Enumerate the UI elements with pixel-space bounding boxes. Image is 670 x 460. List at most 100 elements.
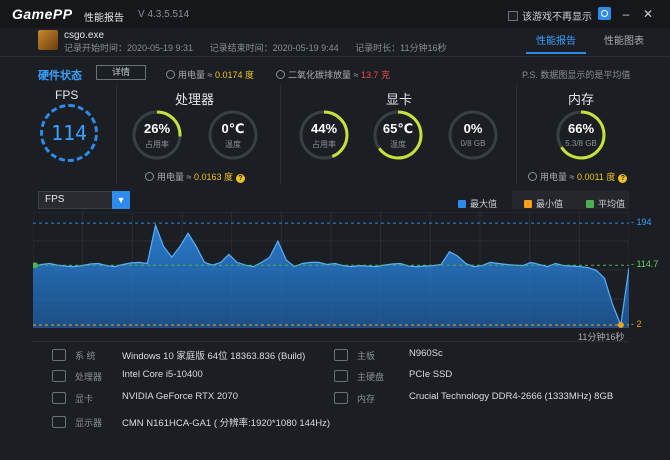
cpu-usage-value: 26% <box>143 121 171 136</box>
cpu-temp-value: 0℃ <box>221 121 245 136</box>
divider <box>516 84 517 184</box>
gpu-icon <box>52 392 66 404</box>
record-duration: 记录时长：11分钟16秒 <box>355 43 447 53</box>
min-value-label: - 2 <box>631 318 642 329</box>
legend-avg: 平均值 <box>586 197 625 210</box>
info-key: 处理器 <box>75 372 103 382</box>
info-value: Intel Core i5-10400 <box>122 369 203 380</box>
info-key: 主硬盘 <box>357 372 385 382</box>
info-key: 显示器 <box>75 418 103 428</box>
info-value: N960Sc <box>409 348 443 359</box>
disk-icon <box>334 370 348 382</box>
gpu-vram-label: 0/8 GB <box>460 139 486 148</box>
memory-icon <box>334 392 348 404</box>
info-value: Crucial Technology DDR4-2666 (1333MHz) 8… <box>409 391 614 402</box>
gpu-usage-gauge: 44% 占用率 <box>297 108 351 162</box>
legend-min-label: 最小值 <box>536 199 564 209</box>
gpu-usage-label: 占用率 <box>312 140 336 149</box>
power-icon <box>528 172 537 181</box>
legend-max: 最大值 <box>458 197 497 210</box>
memory-power-label: 用电量 ≈ <box>540 172 577 182</box>
cpu-icon <box>52 370 66 382</box>
cpu-usage-gauge: 26% 占用率 <box>130 108 184 162</box>
divider <box>280 84 281 184</box>
gpu-title: 显卡 <box>386 92 413 107</box>
close-icon[interactable]: ✕ <box>640 6 656 22</box>
info-key: 显卡 <box>75 394 94 404</box>
record-info: 记录开始时间：2020-05-19 9:31 记录结束时间：2020-05-19… <box>64 41 461 54</box>
co2-emission: 二氧化碳排放量 ≈ 13.7 克 <box>276 68 390 81</box>
info-value: PCIe SSD <box>409 369 453 380</box>
cpu-temp-label: 温度 <box>225 140 241 149</box>
hardware-status-title: 硬件状态 <box>38 70 82 82</box>
divider <box>33 341 629 342</box>
help-icon[interactable]: ? <box>618 174 628 183</box>
co2-label: 二氧化碳排放量 ≈ <box>288 70 361 80</box>
gpu-usage-value: 44% <box>310 121 338 136</box>
avg-value-label: - 114.7 <box>631 259 659 270</box>
gpu-temp-value: 65℃ <box>382 121 414 136</box>
minimize-icon[interactable]: – <box>618 6 634 22</box>
power-icon <box>145 172 154 181</box>
fps-title: FPS <box>55 88 79 102</box>
details-button[interactable]: 详情 <box>96 65 146 80</box>
game-name: csgo.exe <box>64 30 105 41</box>
checkbox-box[interactable] <box>508 10 518 21</box>
gpu-temp-label: 温度 <box>390 140 406 149</box>
active-tab-indicator <box>526 52 586 54</box>
memory-title: 内存 <box>568 92 595 107</box>
avg-note: P.S. 数据图显示的是平均值 <box>522 70 631 80</box>
cpu-usage-label: 占用率 <box>145 140 169 149</box>
chevron-down-icon[interactable]: ▼ <box>112 191 130 209</box>
monitor-icon <box>52 349 66 361</box>
co2-value: 13.7 克 <box>360 70 390 80</box>
cpu-power: 用电量 ≈ 0.0163 度? <box>145 170 245 183</box>
info-key: 系 统 <box>75 351 96 361</box>
legend-swatch-max <box>458 199 466 208</box>
divider <box>116 84 117 184</box>
memory-power-value: 0.0011 度 <box>576 172 616 182</box>
min-marker <box>617 321 624 328</box>
display-icon <box>52 416 66 428</box>
app-logo: GamePP <box>12 6 73 22</box>
cpu-power-value: 0.0163 度 <box>193 172 233 182</box>
cpu-title: 处理器 <box>175 92 215 107</box>
legend-max-label: 最大值 <box>470 199 498 209</box>
no-display-checkbox[interactable]: 该游戏不再显示 <box>508 8 592 23</box>
fps-value: 114 <box>50 121 88 145</box>
gpu-vram-gauge: 0% 0/8 GB <box>446 108 500 162</box>
memory-power: 用电量 ≈ 0.0011 度? <box>528 170 628 183</box>
app-version: V 4.3.5.514 <box>138 9 190 20</box>
power-value: 0.0174 度 <box>214 70 254 80</box>
divider <box>0 56 670 57</box>
record-start: 记录开始时间：2020-05-19 9:31 <box>64 43 194 53</box>
tab-performance-report[interactable]: 性能报告 <box>536 32 576 47</box>
cpu-power-label: 用电量 ≈ <box>157 172 194 182</box>
memory-usage-gauge: 66% 5.3/8 GB <box>554 108 608 162</box>
info-key: 主板 <box>357 351 376 361</box>
info-value: NVIDIA GeForce RTX 2070 <box>122 391 238 402</box>
legend-min: 最小值 <box>524 197 563 210</box>
record-end: 记录结束时间：2020-05-19 9:44 <box>209 43 339 53</box>
legend-swatch-avg <box>586 199 594 208</box>
app-title: 性能报告 <box>84 13 124 24</box>
memory-usage-value: 66% <box>567 121 595 136</box>
no-display-label: 该游戏不再显示 <box>522 12 592 23</box>
camera-icon[interactable] <box>598 7 611 20</box>
fps-chart <box>33 212 629 328</box>
power-icon <box>166 70 175 79</box>
legend-avg-label: 平均值 <box>598 199 626 209</box>
info-value: CMN N161HCA-GA1 ( 分辨率:1920*1080 144Hz) <box>122 418 331 429</box>
tab-performance-chart[interactable]: 性能图表 <box>604 32 644 47</box>
info-value: Windows 10 家庭版 64位 18363.836 (Build) <box>122 351 306 362</box>
gpu-vram-value: 0% <box>463 121 483 136</box>
motherboard-icon <box>334 349 348 361</box>
help-icon[interactable]: ? <box>235 174 245 183</box>
game-icon <box>38 30 58 50</box>
max-value-label: - 194 <box>631 217 652 228</box>
memory-usage-label: 5.3/8 GB <box>565 139 597 148</box>
legend-swatch-min <box>524 199 532 208</box>
co2-icon <box>276 70 285 79</box>
cpu-temp-gauge: 0℃ 温度 <box>206 108 260 162</box>
gpu-temp-gauge: 65℃ 温度 <box>371 108 425 162</box>
